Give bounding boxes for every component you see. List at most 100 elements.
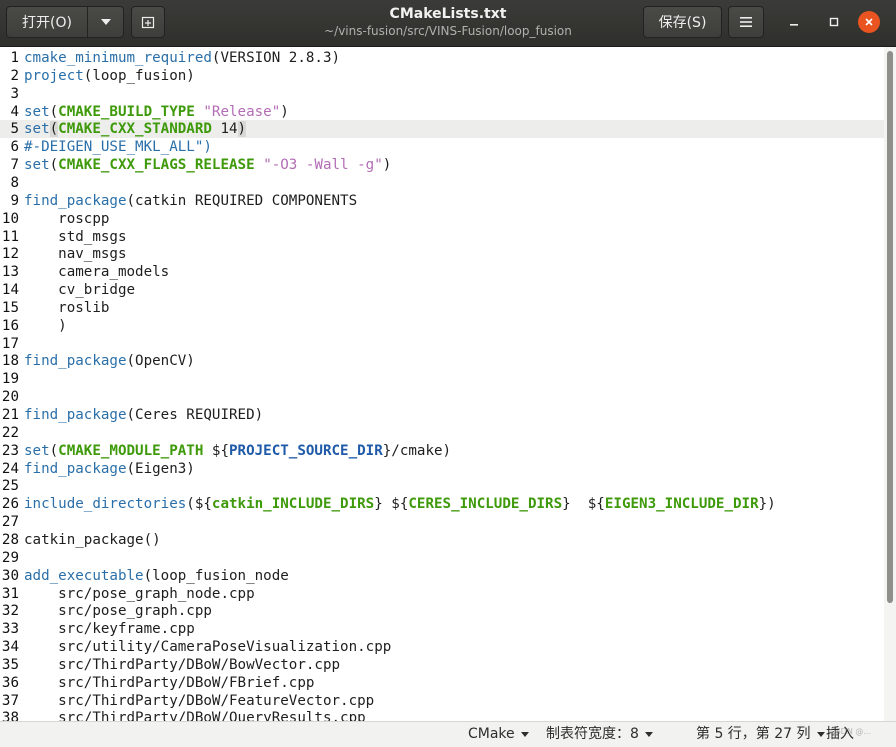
tab-width-selector[interactable]: 制表符宽度：8 xyxy=(546,725,653,744)
code-line[interactable]: 26 include_directories(${catkin_INCLUDE_D… xyxy=(0,495,884,513)
code-token: }) xyxy=(758,496,776,513)
code-token: add_executable xyxy=(24,567,144,584)
code-text: src/pose_graph_node.cpp xyxy=(24,585,255,603)
main-menu-button[interactable] xyxy=(728,6,764,38)
code-line[interactable]: 16 ) xyxy=(0,317,884,335)
code-line[interactable]: 7 set(CMAKE_CXX_FLAGS_RELEASE "-O3 -Wall … xyxy=(0,156,884,174)
code-token: (Eigen3) xyxy=(126,460,195,477)
code-token: 14 xyxy=(211,121,238,138)
code-line[interactable]: 8 xyxy=(0,174,884,192)
code-text: project(loop_fusion) xyxy=(24,67,195,85)
minimize-button[interactable] xyxy=(783,11,805,33)
code-line[interactable]: 25 xyxy=(0,477,884,495)
code-line[interactable]: 31 src/pose_graph_node.cpp xyxy=(0,585,884,603)
new-document-button[interactable] xyxy=(131,6,165,38)
code-line[interactable]: 15 roslib xyxy=(0,299,884,317)
code-line[interactable]: 14 cv_bridge xyxy=(0,281,884,299)
code-line[interactable]: 34 src/utility/CameraPoseVisualization.c… xyxy=(0,638,884,656)
language-selector[interactable]: CMake xyxy=(468,725,529,744)
code-line[interactable]: 19 xyxy=(0,370,884,388)
code-line[interactable]: 30 add_executable(loop_fusion_node xyxy=(0,567,884,585)
code-line[interactable]: 10 roscpp xyxy=(0,210,884,228)
code-line[interactable]: 23 set(CMAKE_MODULE_PATH ${PROJECT_SOURCE… xyxy=(0,442,884,460)
code-token: } ${ xyxy=(374,496,409,513)
code-token: CMAKE_MODULE_PATH xyxy=(58,442,204,459)
code-token: ${ xyxy=(203,442,230,459)
code-line[interactable]: 27 xyxy=(0,513,884,531)
code-text: find_package(Ceres REQUIRED) xyxy=(24,406,263,424)
code-text: roscpp xyxy=(24,210,109,228)
code-token: src/pose_graph_node.cpp xyxy=(24,585,255,602)
tab-width-label: 制表符宽度：8 xyxy=(546,726,639,742)
line-number: 26 xyxy=(1,496,19,513)
code-line[interactable]: 6 #-DEIGEN_USE_MKL_ALL") xyxy=(0,138,884,156)
code-token: (OpenCV) xyxy=(126,353,195,370)
code-line[interactable]: 17 xyxy=(0,335,884,353)
code-token: } ${ xyxy=(562,496,605,513)
code-text: src/ThirdParty/DBoW/FBrief.cpp xyxy=(24,674,314,692)
line-number: 38 xyxy=(1,710,19,721)
code-line[interactable]: 3 xyxy=(0,85,884,103)
insert-mode-indicator[interactable]: 插入 xyxy=(826,725,854,744)
code-line[interactable]: 20 xyxy=(0,388,884,406)
code-token: catkin_package() xyxy=(24,531,161,548)
new-document-icon xyxy=(141,16,155,29)
code-token: "-O3 -Wall -g" xyxy=(263,157,383,174)
code-text: set(CMAKE_CXX_FLAGS_RELEASE "-O3 -Wall -… xyxy=(24,156,391,174)
line-number: 13 xyxy=(1,264,19,281)
line-number: 11 xyxy=(1,228,19,245)
code-text: find_package(catkin REQUIRED COMPONENTS xyxy=(24,192,357,210)
maximize-button[interactable] xyxy=(823,11,845,33)
code-token: catkin_INCLUDE_DIRS xyxy=(211,496,375,513)
line-number: 21 xyxy=(1,407,19,423)
open-menu-button[interactable] xyxy=(88,6,124,38)
code-line[interactable]: 24 find_package(Eigen3) xyxy=(0,460,884,478)
code-editor[interactable]: 1 cmake_minimum_required(VERSION 2.8.3) 2 p… xyxy=(0,47,884,721)
code-line[interactable]: 35 src/ThirdParty/DBoW/BowVector.cpp xyxy=(0,656,884,674)
cursor-position-selector[interactable]: 第 5 行，第 27 列 xyxy=(696,725,825,744)
close-button[interactable] xyxy=(858,11,880,33)
code-line[interactable]: 11 std_msgs xyxy=(0,228,884,246)
code-line[interactable]: 1 cmake_minimum_required(VERSION 2.8.3) xyxy=(0,49,884,67)
code-line[interactable]: 13 camera_models xyxy=(0,263,884,281)
code-line[interactable]: 5 set(CMAKE_CXX_STANDARD 14) xyxy=(0,120,884,139)
chevron-down-icon xyxy=(100,19,111,25)
code-text: roslib xyxy=(24,299,109,317)
code-line[interactable]: 29 xyxy=(0,549,884,567)
maximize-icon xyxy=(829,17,839,27)
code-token: roscpp xyxy=(24,210,110,227)
code-token: ) xyxy=(24,317,67,334)
code-token: set xyxy=(24,103,50,120)
code-line[interactable]: 37 src/ThirdParty/DBoW/FeatureVector.cpp xyxy=(0,692,884,710)
line-number: 20 xyxy=(1,389,19,406)
code-line[interactable]: 28 catkin_package() xyxy=(0,531,884,549)
window-title: CMakeLists.txt xyxy=(389,6,507,22)
code-line[interactable]: 4 set(CMAKE_BUILD_TYPE "Release") xyxy=(0,103,884,121)
open-button[interactable]: 打开(O) xyxy=(6,6,88,38)
code-token: (catkin REQUIRED COMPONENTS xyxy=(126,192,358,209)
code-line[interactable]: 33 src/keyframe.cpp xyxy=(0,620,884,638)
code-line[interactable]: 18 find_package(OpenCV) xyxy=(0,352,884,370)
scrollbar-thumb[interactable] xyxy=(887,51,893,603)
vertical-scrollbar[interactable] xyxy=(884,47,896,721)
code-line[interactable]: 32 src/pose_graph.cpp xyxy=(0,602,884,620)
code-token: #-DEIGEN_USE_MKL_ALL") xyxy=(24,139,212,156)
line-number: 19 xyxy=(1,371,19,388)
code-line[interactable]: 12 nav_msgs xyxy=(0,245,884,263)
code-line[interactable]: 2 project(loop_fusion) xyxy=(0,67,884,85)
code-line[interactable]: 21 find_package(Ceres REQUIRED) xyxy=(0,406,884,424)
save-button[interactable]: 保存(S) xyxy=(643,6,722,38)
code-line[interactable]: 9 find_package(catkin REQUIRED COMPONENTS xyxy=(0,192,884,210)
line-number: 30 xyxy=(1,567,19,584)
code-line[interactable]: 22 xyxy=(0,424,884,442)
chevron-down-icon xyxy=(644,731,653,737)
line-number: 1 xyxy=(10,50,19,66)
code-token: ( xyxy=(49,121,59,138)
code-text: src/pose_graph.cpp xyxy=(24,602,212,620)
language-label: CMake xyxy=(468,726,515,742)
code-text: cv_bridge xyxy=(24,281,135,299)
code-line[interactable]: 38 src/ThirdParty/DBoW/QueryResults.cpp xyxy=(0,709,884,721)
line-number: 3 xyxy=(10,85,19,102)
code-token: std_msgs xyxy=(24,228,127,245)
code-line[interactable]: 36 src/ThirdParty/DBoW/FBrief.cpp xyxy=(0,674,884,692)
